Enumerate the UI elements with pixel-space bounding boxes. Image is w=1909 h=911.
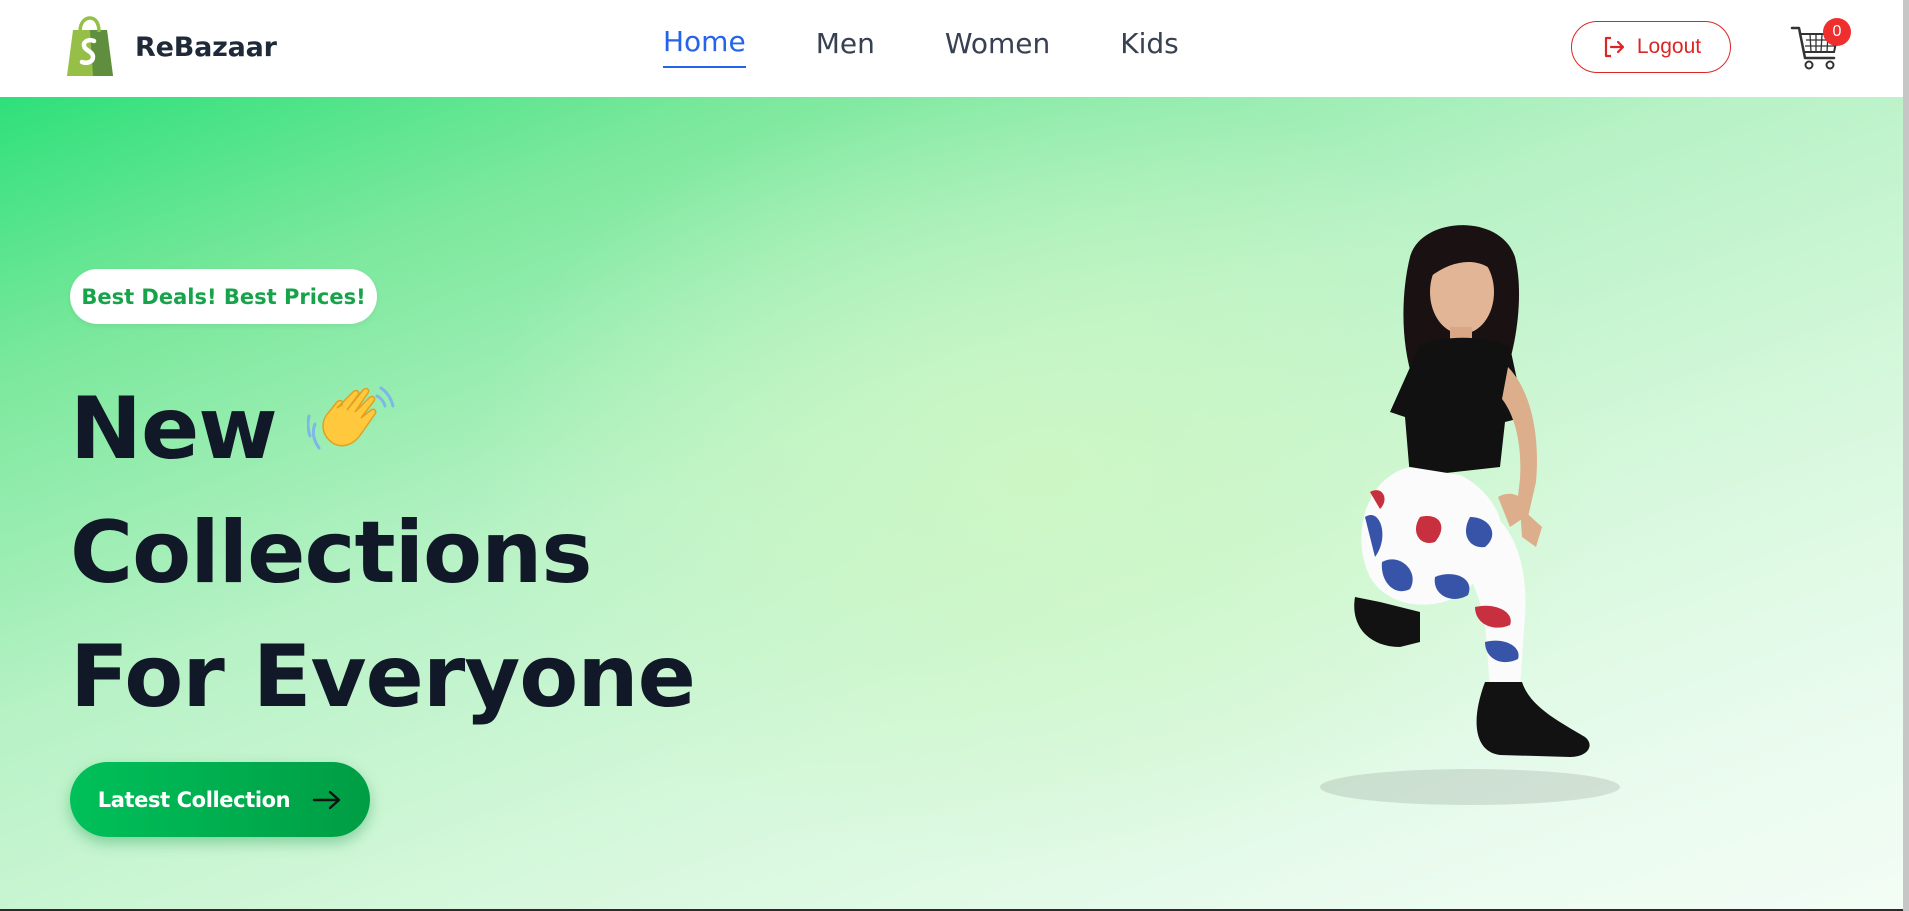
cart-count-badge: 0 [1823, 18, 1851, 46]
waving-hand-icon [306, 386, 395, 450]
headline-line-1-text: New [70, 379, 278, 479]
arrow-right-icon [313, 790, 341, 809]
cart-button[interactable]: 0 [1790, 18, 1851, 70]
nav-women[interactable]: Women [945, 26, 1050, 68]
model-photo [1320, 225, 1620, 805]
deals-badge: Best Deals! Best Prices! [70, 269, 377, 324]
logout-button[interactable]: Logout [1571, 21, 1731, 73]
nav-men[interactable]: Men [816, 26, 875, 68]
nav-kids[interactable]: Kids [1120, 26, 1179, 68]
scrollbar-thumb[interactable] [1903, 0, 1909, 911]
headline-line-1: New [70, 367, 695, 491]
latest-collection-button[interactable]: Latest Collection [70, 762, 370, 837]
hero-section: Best Deals! Best Prices! New Collections… [0, 97, 1903, 909]
headline-line-3: For Everyone [70, 627, 696, 727]
nav-home[interactable]: Home [663, 24, 746, 68]
hero-headline: New Collections For Everyone [70, 367, 696, 739]
scrollbar-track[interactable] [1903, 0, 1909, 911]
brand-link[interactable]: ReBazaar [63, 16, 277, 78]
navbar: ReBazaar Home Men Women Kids Logout 0 [0, 0, 1903, 97]
shopping-bag-logo-icon [67, 16, 113, 76]
headline-line-2: Collections [70, 503, 593, 603]
brand-name: ReBazaar [135, 31, 277, 63]
main-nav: Home Men Women Kids [663, 24, 1179, 68]
logout-icon [1604, 36, 1624, 58]
latest-collection-label: Latest Collection [97, 787, 291, 812]
logout-label: Logout [1636, 35, 1702, 58]
